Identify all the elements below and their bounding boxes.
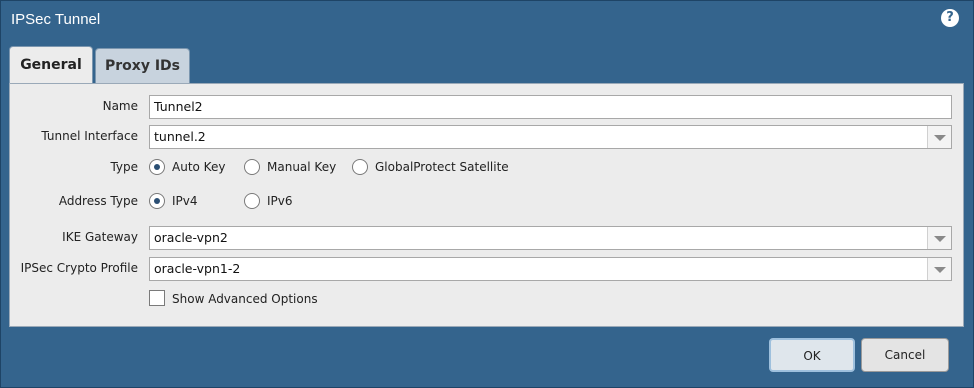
crypto-profile-value: oracle-vpn1-2 [154, 261, 241, 276]
dialog-title: IPSec Tunnel [11, 11, 101, 28]
general-panel: Name Tunnel2 Tunnel Interface tunnel.2 T… [9, 83, 964, 327]
ike-gateway-select[interactable]: oracle-vpn2 [149, 226, 952, 250]
radio-unselected-icon[interactable] [244, 159, 260, 175]
radio-unselected-icon[interactable] [244, 193, 260, 209]
ok-button[interactable]: OK [769, 338, 855, 372]
tab-general[interactable]: General [9, 46, 93, 84]
chevron-down-icon[interactable] [927, 126, 951, 148]
ike-gateway-value: oracle-vpn2 [154, 230, 228, 245]
address-ipv6-label: IPv6 [267, 194, 293, 208]
type-manual-key-label: Manual Key [267, 160, 337, 174]
chevron-down-icon[interactable] [927, 227, 951, 249]
crypto-profile-select[interactable]: oracle-vpn1-2 [149, 257, 952, 281]
tab-proxy-ids[interactable]: Proxy IDs [95, 48, 190, 84]
ipsec-tunnel-dialog: IPSec Tunnel ? General Proxy IDs Name Tu… [0, 0, 974, 388]
crypto-profile-label: IPSec Crypto Profile [20, 261, 138, 275]
cancel-button[interactable]: Cancel [861, 338, 949, 372]
type-globalprotect-label: GlobalProtect Satellite [375, 160, 509, 174]
crypto-profile-row: IPSec Crypto Profile oracle-vpn1-2 [10, 257, 963, 281]
radio-unselected-icon[interactable] [352, 159, 368, 175]
ike-gateway-label: IKE Gateway [62, 230, 138, 244]
radio-selected-icon[interactable] [149, 159, 165, 175]
chevron-down-icon[interactable] [927, 258, 951, 280]
address-ipv4-label: IPv4 [172, 194, 198, 208]
radio-selected-icon[interactable] [149, 193, 165, 209]
show-advanced-checkbox[interactable] [149, 290, 165, 306]
tunnel-interface-label: Tunnel Interface [41, 129, 138, 143]
type-auto-key-label: Auto Key [172, 160, 226, 174]
name-row: Name Tunnel2 [10, 95, 963, 119]
tunnel-interface-select[interactable]: tunnel.2 [149, 125, 952, 149]
address-type-row: Address Type IPv4 IPv6 [10, 190, 963, 214]
name-field[interactable]: Tunnel2 [149, 95, 952, 119]
type-row: Type Auto Key Manual Key GlobalProtect S… [10, 156, 963, 180]
name-label: Name [102, 99, 138, 113]
address-type-label: Address Type [58, 194, 138, 208]
show-advanced-label: Show Advanced Options [172, 292, 318, 306]
tunnel-interface-row: Tunnel Interface tunnel.2 [10, 125, 963, 149]
tunnel-interface-value: tunnel.2 [154, 129, 206, 144]
type-label: Type [110, 160, 138, 174]
help-icon[interactable]: ? [941, 9, 959, 27]
ike-gateway-row: IKE Gateway oracle-vpn2 [10, 226, 963, 250]
